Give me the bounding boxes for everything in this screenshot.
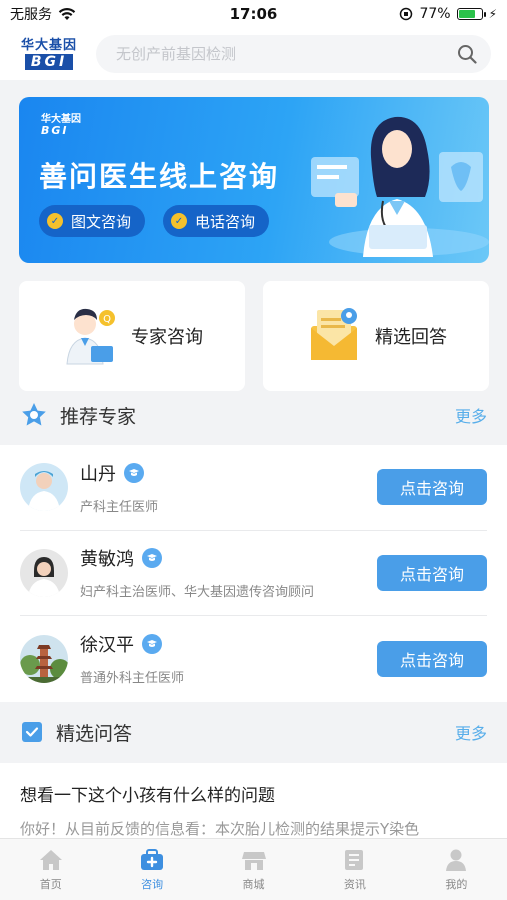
feature-cards: Q 专家咨询 精选回答 — [19, 281, 489, 391]
battery-fill — [458, 10, 476, 18]
store-icon — [241, 851, 266, 870]
expert-name: 徐汉平 — [80, 635, 134, 657]
expert-title: 产科主任医师 — [80, 499, 159, 515]
search-icon[interactable] — [457, 44, 477, 64]
online-consult-banner[interactable]: 华大基因 BGI 善问医生线上咨询 ✓ 图文咨询 ✓ 电话咨询 — [19, 97, 489, 263]
star-badge-icon — [22, 403, 46, 426]
qa-question: 想看一下这个小孩有什么样的问题 — [20, 786, 275, 806]
banner-logo: 华大基因 BGI — [41, 115, 81, 137]
tab-label: 我的 — [445, 877, 468, 891]
text-consult-pill[interactable]: ✓ 图文咨询 — [39, 205, 146, 237]
phone-consult-pill[interactable]: ✓ 电话咨询 — [163, 205, 270, 237]
expert-title: 普通外科主任医师 — [80, 671, 185, 687]
search-bar[interactable] — [96, 35, 491, 73]
orientation-lock-icon — [400, 7, 413, 21]
top-header: 华大基因 BGI — [0, 28, 507, 80]
card-label: 精选回答 — [375, 327, 447, 348]
selected-answers-card[interactable]: 精选回答 — [263, 281, 489, 391]
home-icon — [39, 849, 62, 870]
tab-news[interactable]: 资讯 — [304, 839, 405, 900]
tab-label: 资讯 — [343, 877, 366, 891]
tab-label: 商城 — [242, 877, 265, 891]
status-bar: 无服务 17:06 77% ⚡ — [0, 0, 507, 28]
battery-percent: 77% — [419, 6, 451, 22]
doctor-illustration — [311, 116, 489, 257]
selected-qa-header: 精选问答 更多 — [0, 706, 507, 758]
check-icon: ✓ — [171, 213, 187, 229]
tab-consult[interactable]: 咨询 — [101, 839, 202, 900]
qa-answer-preview: 你好！从目前反馈的信息看：本次胎儿检测的结果提示Y染色 — [20, 820, 420, 838]
clock: 17:06 — [229, 5, 278, 23]
verified-icon — [142, 634, 162, 655]
svg-text:Q: Q — [103, 314, 111, 325]
doctor-consult-icon: Q — [66, 308, 115, 365]
expert-row[interactable]: 徐汉平 普通外科主任医师 点击咨询 — [20, 616, 487, 702]
check-icon: ✓ — [47, 213, 63, 229]
qa-more-link[interactable]: 更多 — [455, 720, 487, 744]
carrier-label: 无服务 — [10, 7, 52, 23]
profile-icon — [446, 849, 467, 871]
expert-row[interactable]: 黄敏鸿 妇产科主治医师、华大基因遗传咨询顾问 点击咨询 — [20, 531, 487, 616]
bgi-logo: 华大基因 BGI — [16, 39, 82, 70]
section-title: 推荐专家 — [60, 405, 137, 428]
logo-cn-text: 华大基因 — [20, 37, 77, 53]
card-label: 专家咨询 — [131, 327, 203, 348]
expert-name: 黄敏鸿 — [80, 549, 134, 571]
tab-label: 咨询 — [141, 877, 164, 891]
banner-logo-en: BGI — [41, 124, 69, 137]
pill-label: 电话咨询 — [195, 212, 256, 231]
tab-home[interactable]: 首页 — [0, 839, 101, 900]
avatar — [20, 548, 68, 597]
envelope-answer-icon — [311, 308, 357, 360]
qa-item[interactable]: 想看一下这个小孩有什么样的问题 你好！从目前反馈的信息看：本次胎儿检测的结果提示… — [0, 763, 507, 838]
tab-store[interactable]: 商城 — [203, 839, 304, 900]
expert-list: 山丹 产科主任医师 点击咨询 黄敏鸿 妇产科主治医师、华大基因遗传咨询顾问 点击… — [0, 445, 507, 702]
verified-icon — [124, 462, 144, 483]
tab-label: 首页 — [39, 877, 62, 891]
consult-button[interactable]: 点击咨询 — [377, 640, 487, 677]
search-input[interactable] — [116, 45, 457, 63]
charging-icon: ⚡ — [488, 7, 497, 21]
logo-en-text: BGI — [24, 53, 74, 70]
pill-label: 图文咨询 — [71, 212, 132, 231]
experts-more-link[interactable]: 更多 — [455, 403, 487, 427]
consult-icon — [141, 848, 164, 870]
wifi-icon — [58, 7, 76, 20]
expert-row[interactable]: 山丹 产科主任医师 点击咨询 — [20, 445, 487, 531]
expert-consult-card[interactable]: Q 专家咨询 — [19, 281, 245, 391]
expert-title: 妇产科主治医师、华大基因遗传咨询顾问 — [80, 585, 315, 601]
avatar — [20, 634, 68, 683]
avatar — [20, 463, 68, 512]
checkbox-icon — [22, 722, 42, 742]
section-title: 精选问答 — [56, 722, 133, 745]
bottom-tab-bar: 首页 咨询 商城 资讯 我的 — [0, 838, 507, 900]
banner-title: 善问医生线上咨询 — [39, 160, 280, 193]
battery-icon — [456, 8, 486, 20]
tab-profile[interactable]: 我的 — [406, 839, 507, 900]
news-icon — [344, 849, 363, 870]
consult-button[interactable]: 点击咨询 — [377, 554, 487, 591]
consult-button[interactable]: 点击咨询 — [377, 469, 487, 506]
recommended-experts-header: 推荐专家 更多 — [0, 389, 507, 441]
verified-icon — [142, 548, 162, 569]
expert-name: 山丹 — [80, 463, 116, 485]
